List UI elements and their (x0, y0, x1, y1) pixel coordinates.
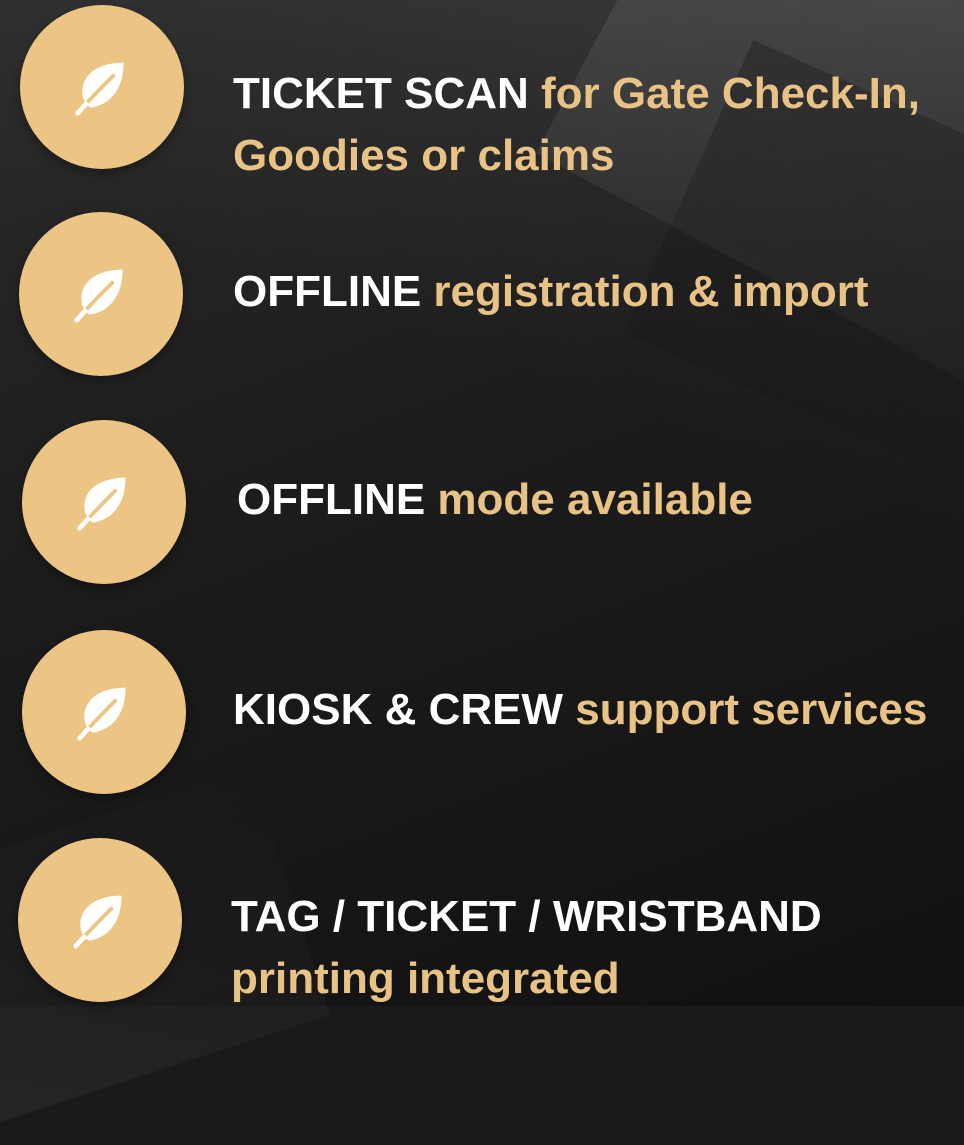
feature-text: KIOSK & CREW support services (233, 679, 927, 741)
feature-badge (18, 838, 182, 1002)
feature-badge (22, 420, 186, 584)
feature-badge (20, 5, 184, 169)
feature-description: support services (563, 685, 928, 734)
feature-description: registration & import (421, 267, 869, 316)
leaf-icon (77, 687, 126, 741)
feature-text: TAG / TICKET / WRISTBAND printing integr… (231, 886, 822, 1010)
feature-text: OFFLINE mode available (237, 469, 753, 531)
feature-badge (19, 212, 183, 376)
feature-description: for Gate Check-In, (528, 69, 920, 118)
feature-highlight: KIOSK & CREW (233, 685, 563, 734)
feature-highlight: OFFLINE (233, 267, 422, 316)
feature-highlight: TICKET SCAN (233, 69, 529, 118)
feature-description: mode available (425, 475, 753, 524)
feature-badge (22, 630, 186, 794)
leaf-icon (75, 62, 124, 116)
feature-text: OFFLINE registration & import (233, 261, 869, 323)
feature-highlight: TAG / TICKET / WRISTBAND (231, 892, 822, 941)
leaf-icon (74, 269, 123, 323)
feature-highlight: OFFLINE (237, 475, 426, 524)
feature-description-line2: printing integrated (231, 954, 620, 1003)
feature-text: TICKET SCAN for Gate Check-In, Goodies o… (233, 63, 920, 187)
feature-description-line2: Goodies or claims (233, 131, 615, 180)
leaf-icon (73, 895, 122, 949)
leaf-icon (77, 477, 126, 531)
